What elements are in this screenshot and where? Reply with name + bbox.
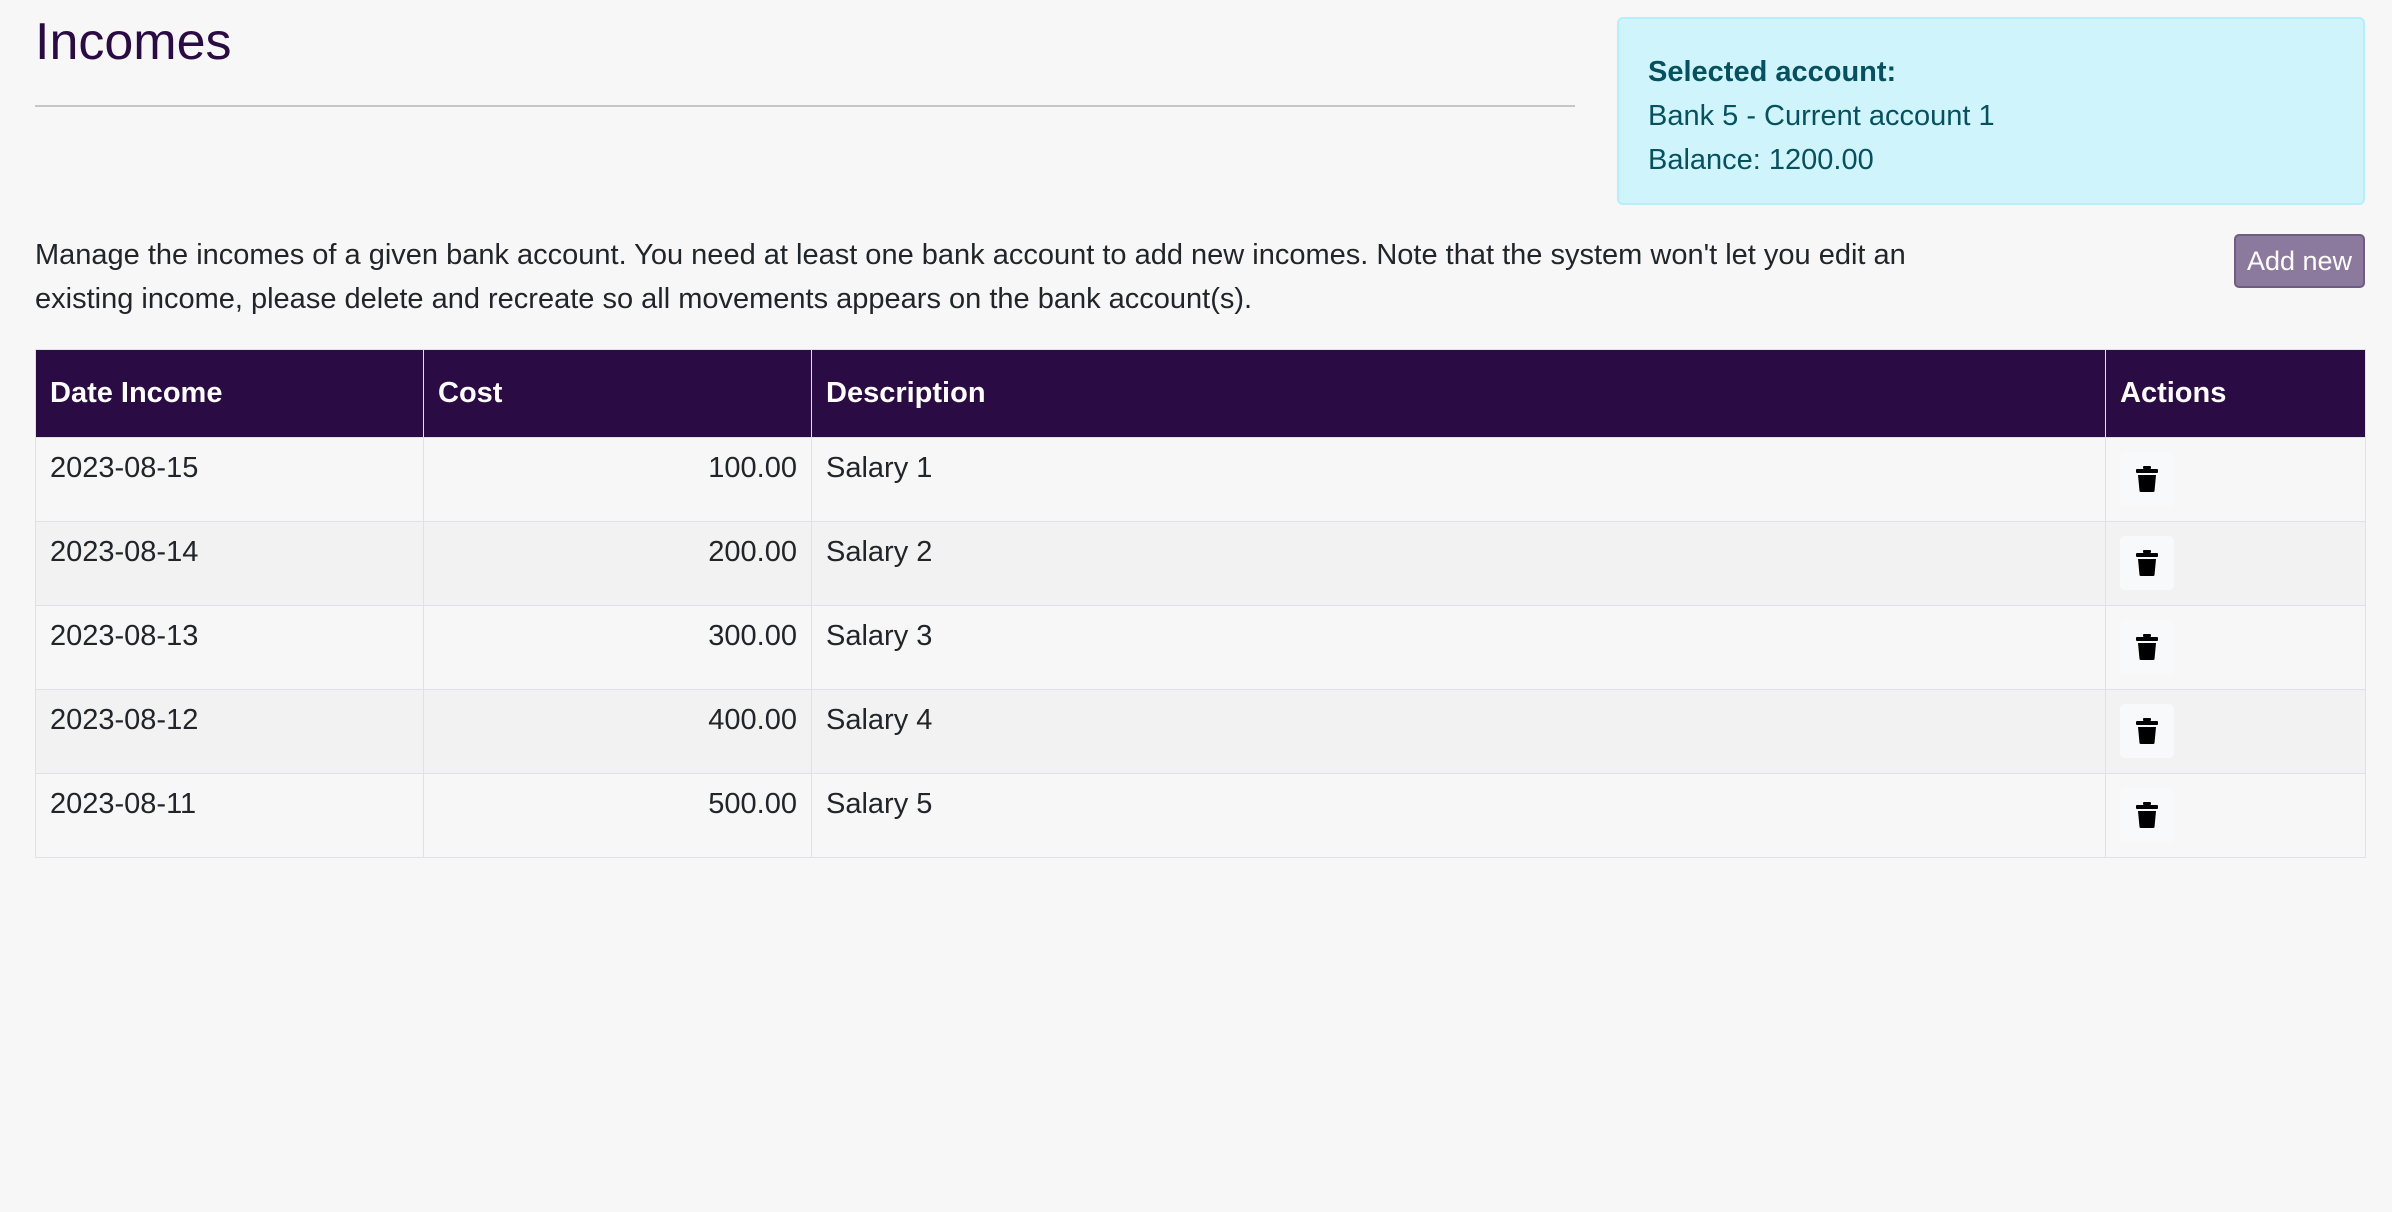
selected-account-name: Bank 5 - Current account 1 xyxy=(1648,100,1995,132)
selected-account-label: Selected account: xyxy=(1648,56,1897,88)
table-header-row: Date Income Cost Description Actions xyxy=(35,349,2366,438)
cell-actions xyxy=(2105,605,2366,690)
cell-actions xyxy=(2105,521,2366,606)
cell-cost: 100.00 xyxy=(423,437,812,522)
cell-actions xyxy=(2105,773,2366,858)
cell-cost: 400.00 xyxy=(423,689,812,774)
delete-button[interactable] xyxy=(2120,704,2174,758)
column-header-description[interactable]: Description xyxy=(811,349,2106,438)
trash-icon xyxy=(2136,550,2158,576)
trash-icon xyxy=(2136,466,2158,492)
table-row: 2023-08-13 300.00 Salary 3 xyxy=(35,605,2366,690)
account-balance: Balance: 1200.00 xyxy=(1648,144,1874,176)
cell-date: 2023-08-15 xyxy=(35,437,424,522)
delete-button[interactable] xyxy=(2120,452,2174,506)
cell-description: Salary 3 xyxy=(811,605,2106,690)
cell-description: Salary 5 xyxy=(811,773,2106,858)
trash-icon xyxy=(2136,718,2158,744)
table-row: 2023-08-15 100.00 Salary 1 xyxy=(35,437,2366,522)
table-row: 2023-08-12 400.00 Salary 4 xyxy=(35,689,2366,774)
cell-cost: 200.00 xyxy=(423,521,812,606)
cell-description: Salary 1 xyxy=(811,437,2106,522)
trash-icon xyxy=(2136,634,2158,660)
cell-date: 2023-08-13 xyxy=(35,605,424,690)
cell-date: 2023-08-14 xyxy=(35,521,424,606)
page-title: Incomes xyxy=(35,13,232,71)
cell-date: 2023-08-11 xyxy=(35,773,424,858)
cell-actions xyxy=(2105,689,2366,774)
delete-button[interactable] xyxy=(2120,536,2174,590)
trash-icon xyxy=(2136,802,2158,828)
column-header-cost[interactable]: Cost xyxy=(423,349,812,438)
page-description: Manage the incomes of a given bank accou… xyxy=(35,239,1906,315)
column-header-date[interactable]: Date Income xyxy=(35,349,424,438)
cell-actions xyxy=(2105,437,2366,522)
cell-description: Salary 4 xyxy=(811,689,2106,774)
page-header: Incomes xyxy=(35,13,1575,107)
cell-date: 2023-08-12 xyxy=(35,689,424,774)
incomes-table: Date Income Cost Description Actions 202… xyxy=(35,349,2366,858)
selected-account-panel: Selected account: Bank 5 - Current accou… xyxy=(1617,17,2365,205)
add-new-button[interactable]: Add new xyxy=(2234,234,2365,288)
delete-button[interactable] xyxy=(2120,620,2174,674)
table-row: 2023-08-11 500.00 Salary 5 xyxy=(35,773,2366,858)
delete-button[interactable] xyxy=(2120,788,2174,842)
cell-cost: 500.00 xyxy=(423,773,812,858)
table-row: 2023-08-14 200.00 Salary 2 xyxy=(35,521,2366,606)
incomes-page: Incomes Selected account: Bank 5 - Curre… xyxy=(0,0,2392,1212)
column-header-actions: Actions xyxy=(2105,349,2366,438)
cell-description: Salary 2 xyxy=(811,521,2106,606)
cell-cost: 300.00 xyxy=(423,605,812,690)
